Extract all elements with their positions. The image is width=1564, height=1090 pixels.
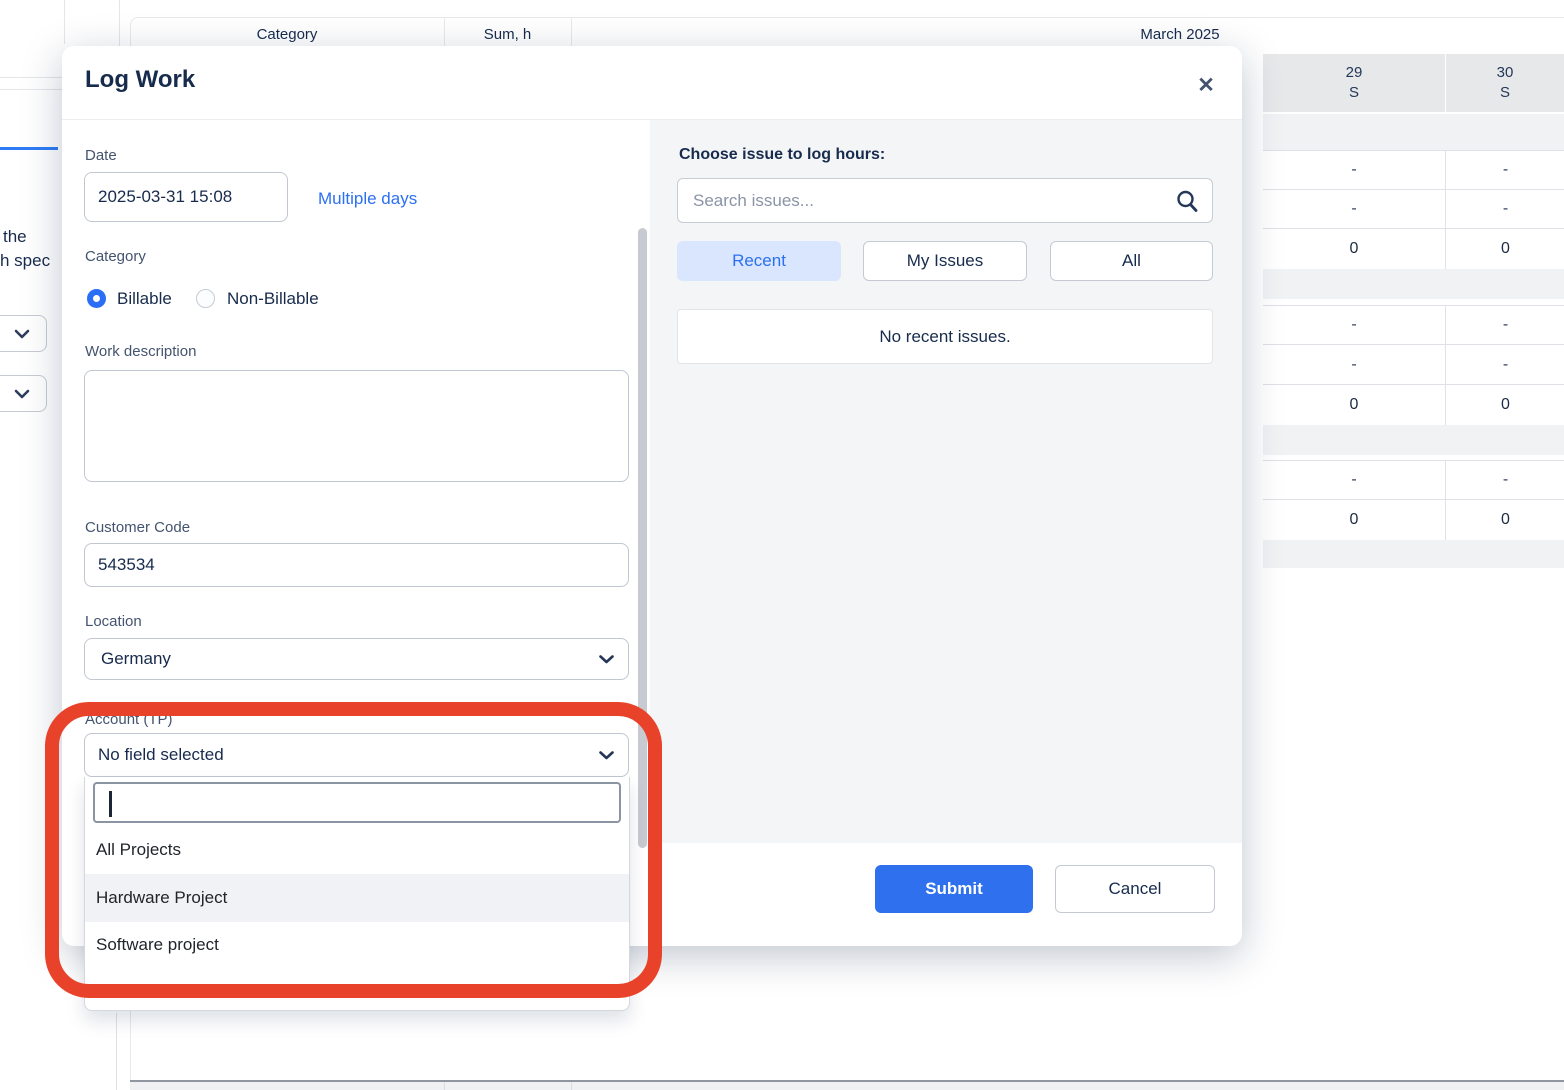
text-cursor bbox=[109, 791, 112, 817]
radio-non-billable-label: Non-Billable bbox=[227, 289, 319, 309]
work-description-label: Work description bbox=[85, 343, 196, 360]
chevron-down-icon bbox=[599, 655, 628, 664]
account-option-software-project[interactable]: Software project bbox=[85, 922, 629, 968]
chevron-down-icon bbox=[14, 329, 30, 339]
month-header: March 2025 bbox=[1080, 25, 1280, 45]
table-row: - - bbox=[1263, 344, 1564, 386]
page: Category Sum, h March 2025 29 S 30 S - -… bbox=[0, 0, 1564, 1090]
bottom-table-header bbox=[130, 1082, 1564, 1090]
tab-all[interactable]: All bbox=[1050, 241, 1213, 281]
modal-scrollbar[interactable] bbox=[638, 228, 647, 848]
day-header-30: 30 S bbox=[1446, 54, 1564, 112]
tab-recent[interactable]: Recent bbox=[677, 241, 841, 281]
tab-my-issues[interactable]: My Issues bbox=[863, 241, 1027, 281]
account-label: Account (TP) bbox=[85, 711, 173, 728]
active-tab-indicator bbox=[0, 147, 58, 150]
account-search-input[interactable] bbox=[93, 782, 621, 823]
divider bbox=[0, 77, 63, 78]
search-icon bbox=[1175, 189, 1212, 213]
issue-search-placeholder: Search issues... bbox=[678, 191, 814, 211]
customer-code-input[interactable]: 543534 bbox=[84, 543, 629, 587]
table-row: - - bbox=[1263, 150, 1564, 190]
group-band bbox=[1263, 425, 1564, 455]
table-row: 0 0 bbox=[1263, 384, 1564, 426]
issue-panel-heading: Choose issue to log hours: bbox=[679, 146, 885, 164]
cancel-button[interactable]: Cancel bbox=[1055, 865, 1215, 913]
clipped-text: the bbox=[3, 227, 27, 247]
account-dropdown: All Projects Hardware Project Software p… bbox=[84, 777, 630, 1011]
category-label: Category bbox=[85, 248, 146, 265]
work-description-textarea[interactable] bbox=[84, 370, 629, 482]
location-select[interactable]: Germany bbox=[84, 638, 629, 680]
account-option-hardware-project[interactable]: Hardware Project bbox=[85, 874, 629, 922]
submit-button[interactable]: Submit bbox=[875, 865, 1033, 913]
table-row: 0 0 bbox=[1263, 499, 1564, 541]
customer-code-label: Customer Code bbox=[85, 519, 190, 536]
radio-billable[interactable] bbox=[87, 289, 106, 308]
empty-issues-message: No recent issues. bbox=[677, 309, 1213, 364]
col-header-sum: Sum, h bbox=[444, 25, 571, 45]
table-row: - - bbox=[1263, 460, 1564, 500]
account-select[interactable]: No field selected bbox=[84, 733, 629, 777]
group-band bbox=[1263, 540, 1564, 568]
radio-non-billable[interactable] bbox=[196, 289, 215, 308]
collapse-row-button[interactable] bbox=[0, 375, 47, 412]
group-band bbox=[1263, 269, 1564, 299]
multiple-days-link[interactable]: Multiple days bbox=[318, 189, 417, 209]
divider bbox=[571, 17, 572, 48]
issue-search-input[interactable]: Search issues... bbox=[677, 178, 1213, 223]
collapse-row-button[interactable] bbox=[0, 315, 47, 352]
table-row: - - bbox=[1263, 189, 1564, 229]
divider bbox=[116, 1013, 117, 1090]
dialog-title: Log Work bbox=[85, 66, 195, 94]
issue-panel bbox=[650, 120, 1242, 843]
day-header-29: 29 S bbox=[1263, 54, 1445, 112]
clipped-text: h spec bbox=[0, 251, 50, 271]
divider bbox=[444, 17, 445, 48]
divider bbox=[0, 89, 63, 90]
divider bbox=[119, 0, 120, 47]
divider bbox=[571, 1082, 572, 1090]
account-option-yevhen[interactable]: Yevhen bbox=[85, 968, 629, 1011]
col-header-category: Category bbox=[130, 25, 444, 45]
chevron-down-icon bbox=[14, 389, 30, 399]
close-icon[interactable]: ✕ bbox=[1192, 72, 1220, 100]
divider bbox=[444, 1082, 445, 1090]
radio-billable-label: Billable bbox=[117, 289, 172, 309]
date-label: Date bbox=[85, 147, 117, 164]
location-label: Location bbox=[85, 613, 142, 630]
table-row: 0 0 bbox=[1263, 228, 1564, 270]
chevron-down-icon bbox=[599, 751, 628, 760]
table-row: - - bbox=[1263, 305, 1564, 345]
date-input[interactable]: 2025-03-31 15:08 bbox=[84, 172, 288, 222]
group-band bbox=[1263, 114, 1564, 150]
account-option-all-projects[interactable]: All Projects bbox=[85, 826, 629, 874]
divider bbox=[64, 0, 65, 44]
